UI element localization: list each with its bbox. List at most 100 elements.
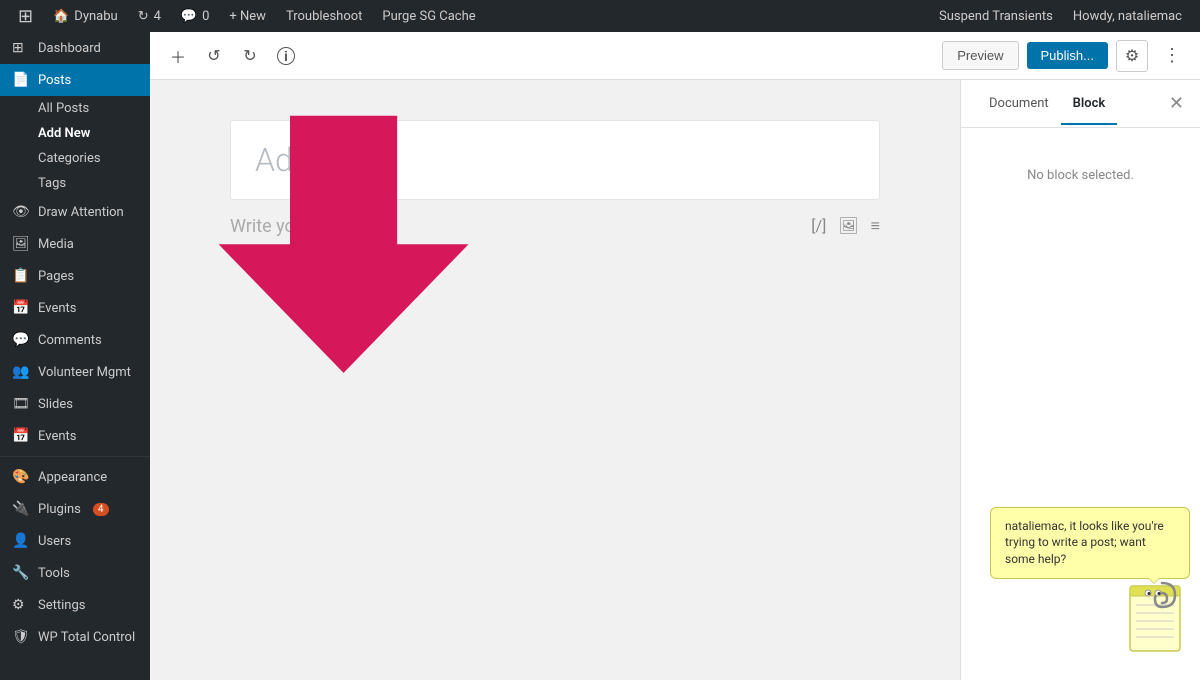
right-panel-header: Document Block ✕ [961, 80, 1200, 128]
sidebar-subitem-tags[interactable]: Tags [0, 171, 150, 196]
sidebar-comments-label: Comments [38, 333, 102, 348]
redo-icon: ↻ [243, 46, 256, 66]
body-placeholder: Write your story [230, 216, 355, 237]
wp-logo-item[interactable]: ⊞ [8, 0, 43, 32]
document-tab[interactable]: Document [977, 84, 1061, 125]
sidebar-dashboard-label: Dashboard [38, 41, 101, 56]
sidebar-item-events2[interactable]: 📅 Events [0, 420, 150, 452]
media-icon: 🖼 [12, 236, 30, 252]
adminbar-right: Suspend Transients Howdy, nataliemac [929, 0, 1192, 32]
plugins-badge: 4 [93, 503, 109, 516]
sidebar-pages-label: Pages [38, 269, 74, 284]
sidebar-posts-label: Posts [38, 73, 71, 88]
dashboard-icon: ⊞ [12, 40, 30, 56]
troubleshoot-label: Troubleshoot [286, 9, 362, 24]
appearance-icon: 🎨 [12, 469, 30, 485]
publish-button[interactable]: Publish... [1027, 42, 1108, 69]
plugins-icon: 🔌 [12, 501, 30, 517]
comments-sidebar-icon: 💬 [12, 332, 30, 348]
info-button[interactable]: i [270, 40, 302, 72]
sidebar-slides-label: Slides [38, 397, 73, 412]
add-icon: ＋ [170, 44, 186, 68]
sidebar-item-events[interactable]: 📅 Events [0, 292, 150, 324]
image-icon[interactable]: 🖼 [838, 216, 858, 236]
draw-attention-icon: 👁 [12, 204, 30, 220]
sidebar-item-dashboard[interactable]: ⊞ Dashboard [0, 32, 150, 64]
new-item[interactable]: + New [219, 0, 276, 32]
site-name-item[interactable]: 🏠 Dynabu [43, 0, 128, 32]
sidebar-volunteer-label: Volunteer Mgmt [38, 365, 131, 380]
redo-button[interactable]: ↻ [234, 40, 266, 72]
sidebar-item-pages[interactable]: 📋 Pages [0, 260, 150, 292]
new-label: + New [229, 9, 266, 24]
sidebar-item-draw-attention[interactable]: 👁 Draw Attention [0, 196, 150, 228]
editor-area: Add t Write your story [/] 🖼 ≡ [150, 80, 1200, 680]
close-icon: ✕ [1169, 93, 1184, 114]
more-options-button[interactable]: ⋮ [1156, 40, 1188, 72]
howdy-label: Howdy, nataliemac [1073, 9, 1182, 24]
sidebar-item-comments[interactable]: 💬 Comments [0, 324, 150, 356]
sidebar-events-label: Events [38, 301, 76, 316]
post-body-box[interactable]: Write your story [/] 🖼 ≡ [230, 200, 880, 253]
sidebar-item-tools[interactable]: 🔧 Tools [0, 557, 150, 589]
sidebar: ⊞ Dashboard 📄 Posts All Posts Add New Ca… [0, 32, 150, 680]
document-tab-label: Document [989, 96, 1049, 111]
info-icon: i [277, 47, 295, 65]
sidebar-item-appearance[interactable]: 🎨 Appearance [0, 461, 150, 493]
sidebar-item-posts[interactable]: 📄 Posts [0, 64, 150, 96]
body-icons: [/] 🖼 ≡ [811, 216, 880, 236]
wp-total-control-icon: 🛡 [12, 629, 30, 645]
slides-icon: 🎞 [12, 396, 30, 412]
clippy-figure [990, 581, 1190, 670]
undo-button[interactable]: ↺ [198, 40, 230, 72]
updates-icon: ↻ [138, 9, 149, 24]
troubleshoot-item[interactable]: Troubleshoot [276, 0, 372, 32]
updates-count: 4 [154, 9, 161, 24]
sidebar-subitem-all-posts[interactable]: All Posts [0, 96, 150, 121]
howdy-item[interactable]: Howdy, nataliemac [1063, 0, 1192, 32]
toolbar-right: Preview Publish... ⚙ ⋮ [942, 40, 1188, 72]
purge-cache-label: Purge SG Cache [382, 9, 475, 24]
sidebar-item-slides[interactable]: 🎞 Slides [0, 388, 150, 420]
site-name-label: Dynabu [74, 9, 117, 24]
block-tab[interactable]: Block [1061, 84, 1118, 125]
tags-label: Tags [38, 176, 66, 191]
all-posts-label: All Posts [38, 101, 89, 116]
sidebar-subitem-add-new[interactable]: Add New [0, 121, 150, 146]
sidebar-settings-label: Settings [38, 598, 85, 613]
no-block-text: No block selected. [1027, 168, 1134, 183]
preview-button[interactable]: Preview [942, 41, 1018, 70]
sidebar-item-settings[interactable]: ⚙ Settings [0, 589, 150, 621]
layout: ⊞ Dashboard 📄 Posts All Posts Add New Ca… [0, 32, 1200, 680]
no-block-message: No block selected. [977, 168, 1184, 183]
editor-canvas: Add t Write your story [/] 🖼 ≡ [150, 80, 960, 680]
add-block-button[interactable]: ＋ [162, 40, 194, 72]
sidebar-item-volunteer-mgmt[interactable]: 👥 Volunteer Mgmt [0, 356, 150, 388]
sidebar-plugins-label: Plugins [38, 502, 81, 517]
list-icon[interactable]: ≡ [871, 216, 880, 236]
clippy-icon [1120, 581, 1190, 670]
updates-item[interactable]: ↻ 4 [128, 0, 171, 32]
shortcode-icon[interactable]: [/] [811, 216, 826, 236]
posts-icon: 📄 [12, 72, 30, 88]
sidebar-item-plugins[interactable]: 🔌 Plugins 4 [0, 493, 150, 525]
purge-cache-item[interactable]: Purge SG Cache [372, 0, 485, 32]
suspend-transients-item[interactable]: Suspend Transients [929, 0, 1063, 32]
gear-icon: ⚙ [1125, 46, 1139, 65]
clippy-area: nataliemac, it looks like you're trying … [990, 507, 1190, 670]
sidebar-subitem-categories[interactable]: Categories [0, 146, 150, 171]
comments-icon: 💬 [181, 9, 197, 24]
sidebar-item-users[interactable]: 👤 Users [0, 525, 150, 557]
main-area: ＋ ↺ ↻ i Preview Publish... ⚙ [150, 32, 1200, 680]
post-title-input[interactable]: Add t [255, 141, 855, 179]
wp-logo-icon: ⊞ [18, 6, 33, 27]
clippy-message: nataliemac, it looks like you're trying … [1005, 519, 1164, 567]
sidebar-item-wp-total-control[interactable]: 🛡 WP Total Control [0, 621, 150, 653]
comments-count: 0 [202, 9, 209, 24]
settings-icon: ⚙ [12, 597, 30, 613]
settings-gear-button[interactable]: ⚙ [1116, 40, 1148, 72]
admin-bar: ⊞ 🏠 Dynabu ↻ 4 💬 0 + New Troubleshoot Pu… [0, 0, 1200, 32]
panel-close-button[interactable]: ✕ [1169, 93, 1184, 114]
comments-item[interactable]: 💬 0 [171, 0, 220, 32]
sidebar-item-media[interactable]: 🖼 Media [0, 228, 150, 260]
